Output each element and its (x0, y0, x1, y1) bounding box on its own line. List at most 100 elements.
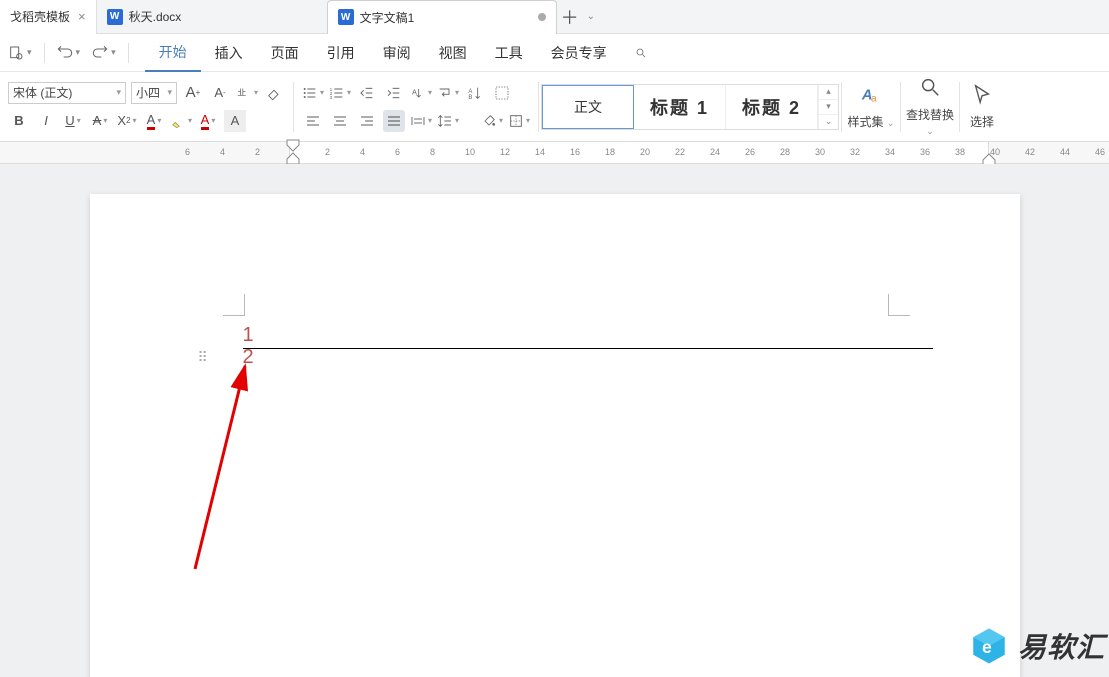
equation-fraction[interactable]: 1 2 (243, 324, 254, 368)
font-size-select[interactable]: 小四▾ (131, 82, 177, 104)
main-menu: 开始 插入 页面 引用 审阅 视图 工具 会员专享 (145, 34, 661, 72)
text-color-button[interactable]: A (197, 110, 219, 132)
font-family-select[interactable]: 宋体 (正文)▾ (8, 82, 126, 104)
new-tab-button[interactable]: ＋ (557, 4, 583, 30)
ribbon: 宋体 (正文)▾ 小四▾ A+ A- 㐀 B I U A X2 A A A (0, 72, 1109, 142)
line-break-button[interactable] (437, 82, 459, 104)
ruler-tick: 14 (535, 147, 545, 157)
scroll-up-icon[interactable]: ▴ (818, 85, 838, 99)
annotation-arrow (185, 354, 385, 584)
clear-format-button[interactable] (263, 82, 285, 104)
gallery-expand-icon[interactable]: ⌄ (818, 114, 838, 129)
document-canvas[interactable]: ⠿ 1 2 (0, 164, 1109, 677)
indent-marker[interactable] (286, 139, 300, 165)
style-h2[interactable]: 标题 2 (726, 85, 818, 129)
find-icon (919, 76, 941, 104)
text-direction-button[interactable]: A (410, 82, 432, 104)
style-h1[interactable]: 标题 1 (634, 85, 726, 129)
sort-icon: AB (467, 85, 483, 101)
tab-doc-1[interactable]: W 秋天.docx (97, 0, 327, 34)
number-list-icon: 123 (329, 85, 345, 101)
select-all-button[interactable] (491, 82, 513, 104)
shading-button[interactable] (481, 110, 503, 132)
menu-ref[interactable]: 引用 (313, 34, 369, 72)
svg-text:B: B (468, 95, 472, 101)
eraser-icon (266, 85, 282, 101)
menu-view[interactable]: 视图 (425, 34, 481, 72)
number-list-button[interactable]: 123 (329, 82, 351, 104)
undo-button[interactable]: ▾ (51, 38, 87, 68)
align-center-button[interactable] (329, 110, 351, 132)
unsaved-indicator (538, 13, 546, 21)
ruler-tick: 22 (675, 147, 685, 157)
align-left-icon (305, 113, 321, 129)
separator (293, 82, 294, 132)
char-shading-button[interactable]: A (224, 110, 246, 132)
outdent-icon (359, 85, 375, 101)
close-icon[interactable]: × (78, 9, 86, 24)
ruler-tick: 6 (185, 147, 190, 157)
align-justify-button[interactable] (383, 110, 405, 132)
align-left-button[interactable] (302, 110, 324, 132)
highlight-icon (170, 113, 186, 129)
ruler[interactable]: 6 4 2 2 4 6 8 10 12 14 16 18 20 22 24 26… (0, 142, 1109, 164)
select-button[interactable]: 选择 (962, 79, 1002, 135)
font-shrink-button[interactable]: A- (209, 82, 231, 104)
select-all-icon (494, 85, 510, 101)
line-spacing-button[interactable] (437, 110, 459, 132)
find-label: 查找替换 ⌄ (903, 106, 957, 137)
menu-review[interactable]: 审阅 (369, 34, 425, 72)
menu-tools[interactable]: 工具 (481, 34, 537, 72)
distribute-button[interactable] (410, 110, 432, 132)
sort-button[interactable]: AB (464, 82, 486, 104)
align-right-button[interactable] (356, 110, 378, 132)
tab-label: 文字文稿1 (360, 9, 415, 26)
change-case-icon: 㐀 (236, 85, 252, 101)
undo-icon (57, 45, 73, 61)
style-set-button[interactable]: Aa 样式集 ⌄ (844, 79, 898, 135)
tab-template[interactable]: 戈稻壳模板 × (0, 0, 97, 34)
search-button[interactable] (621, 34, 661, 72)
ruler-tick: 6 (395, 147, 400, 157)
font-color-button[interactable]: A (143, 110, 165, 132)
bullet-list-button[interactable] (302, 82, 324, 104)
menu-start[interactable]: 开始 (145, 34, 201, 72)
strikethrough-button[interactable]: A (89, 110, 111, 132)
ruler-tick: 8 (430, 147, 435, 157)
align-right-icon (359, 113, 375, 129)
bold-button[interactable]: B (8, 110, 30, 132)
ruler-tick: 28 (780, 147, 790, 157)
bullet-list-icon (302, 85, 318, 101)
svg-text:A: A (468, 89, 472, 95)
word-icon: W (107, 9, 123, 25)
svg-text:a: a (871, 93, 877, 104)
outdent-button[interactable] (356, 82, 378, 104)
page[interactable]: ⠿ 1 2 (90, 194, 1020, 677)
object-handle[interactable]: ⠿ (198, 349, 206, 366)
font-grow-button[interactable]: A+ (182, 82, 204, 104)
svg-text:A: A (412, 87, 417, 96)
separator (128, 43, 129, 63)
separator (538, 82, 539, 132)
tab-menu-chevron[interactable]: ⌄ (587, 11, 595, 22)
italic-button[interactable]: I (35, 110, 57, 132)
svg-text:3: 3 (330, 94, 333, 99)
ruler-tick: 24 (710, 147, 720, 157)
highlight-button[interactable] (170, 110, 192, 132)
underline-button[interactable]: U (62, 110, 84, 132)
scroll-down-icon[interactable]: ▾ (818, 99, 838, 114)
watermark-logo-icon: e (968, 625, 1010, 667)
ruler-tick: 38 (955, 147, 965, 157)
borders-button[interactable] (508, 110, 530, 132)
indent-button[interactable] (383, 82, 405, 104)
change-case-button[interactable]: 㐀 (236, 82, 258, 104)
menu-member[interactable]: 会员专享 (537, 34, 621, 72)
superscript-button[interactable]: X2 (116, 110, 138, 132)
find-replace-button[interactable]: 查找替换 ⌄ (903, 79, 957, 135)
style-body[interactable]: 正文 (542, 85, 634, 129)
redo-button[interactable]: ▾ (86, 38, 122, 68)
menu-page[interactable]: 页面 (257, 34, 313, 72)
tab-doc-2[interactable]: W 文字文稿1 (327, 0, 557, 34)
menu-insert[interactable]: 插入 (201, 34, 257, 72)
preview-button[interactable]: ▾ (2, 38, 38, 68)
